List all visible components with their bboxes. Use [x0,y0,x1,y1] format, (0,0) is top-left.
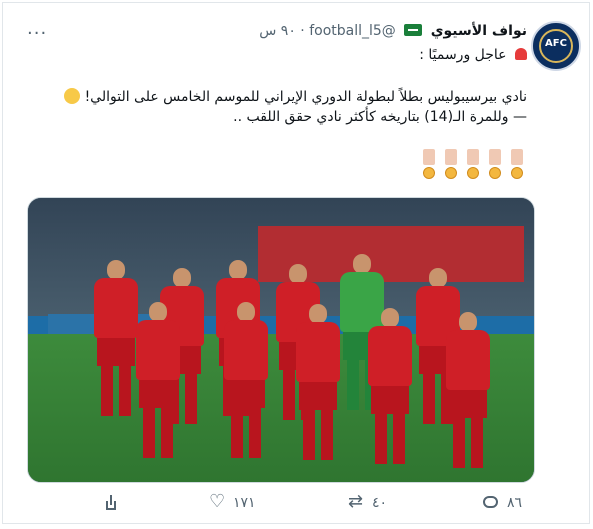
tweet-card[interactable]: AFC ··· نواف الأسيوي @football_l5 · ٩٠ س… [2,2,590,524]
medal-icon [463,149,483,183]
retweet-count: ٤٠ [372,495,388,511]
timestamp[interactable]: ٩٠ س [259,23,296,39]
player [296,304,340,460]
player [224,302,268,458]
display-name[interactable]: نواف الأسيوي [431,23,527,39]
share-button[interactable] [103,495,119,511]
like-count: ١٧١ [233,495,256,511]
tweet-body-line-1: نادي بيرسيبوليس بطلاً لبطولة الدوري الإي… [84,89,527,105]
tweet-body: نادي بيرسيبوليس بطلاً لبطولة الدوري الإي… [33,87,527,127]
more-options-icon[interactable]: ··· [27,23,47,44]
reply-icon [483,495,499,511]
handle[interactable]: @football_l5 [309,23,396,39]
reply-button[interactable]: ٨٦ [483,495,522,511]
siren-icon [515,48,527,60]
flag-icon [404,24,423,36]
medals-row [419,149,527,183]
sad-face-icon [64,88,81,104]
avatar-logo-text: AFC [545,38,567,49]
player [368,308,412,464]
retweet-button[interactable]: ٤٠ [348,491,388,512]
tweet-actions: ١٧١ ٤٠ ٨٦ [3,489,589,519]
player [94,260,138,416]
tweet-first-line: عاجل ورسميًا : [419,47,507,63]
medal-icon [419,149,439,183]
medal-icon [441,149,461,183]
tweet-header: نواف الأسيوي @football_l5 · ٩٠ س [259,23,527,39]
player [446,312,490,468]
team-photo[interactable] [27,197,535,483]
medal-icon [485,149,505,183]
tweet-body-line-2: — وللمرة الـ(14) بتاريخه كأكثر نادي حقق … [233,109,527,125]
avatar[interactable]: AFC [531,21,581,71]
heart-icon [209,491,225,512]
reply-count: ٨٦ [507,495,523,511]
medal-icon [507,149,527,183]
like-button[interactable]: ١٧١ [209,491,256,512]
share-icon [103,495,119,511]
retweet-icon [348,491,364,512]
tweet-header-line: عاجل ورسميًا : [419,47,527,63]
player [136,302,180,458]
